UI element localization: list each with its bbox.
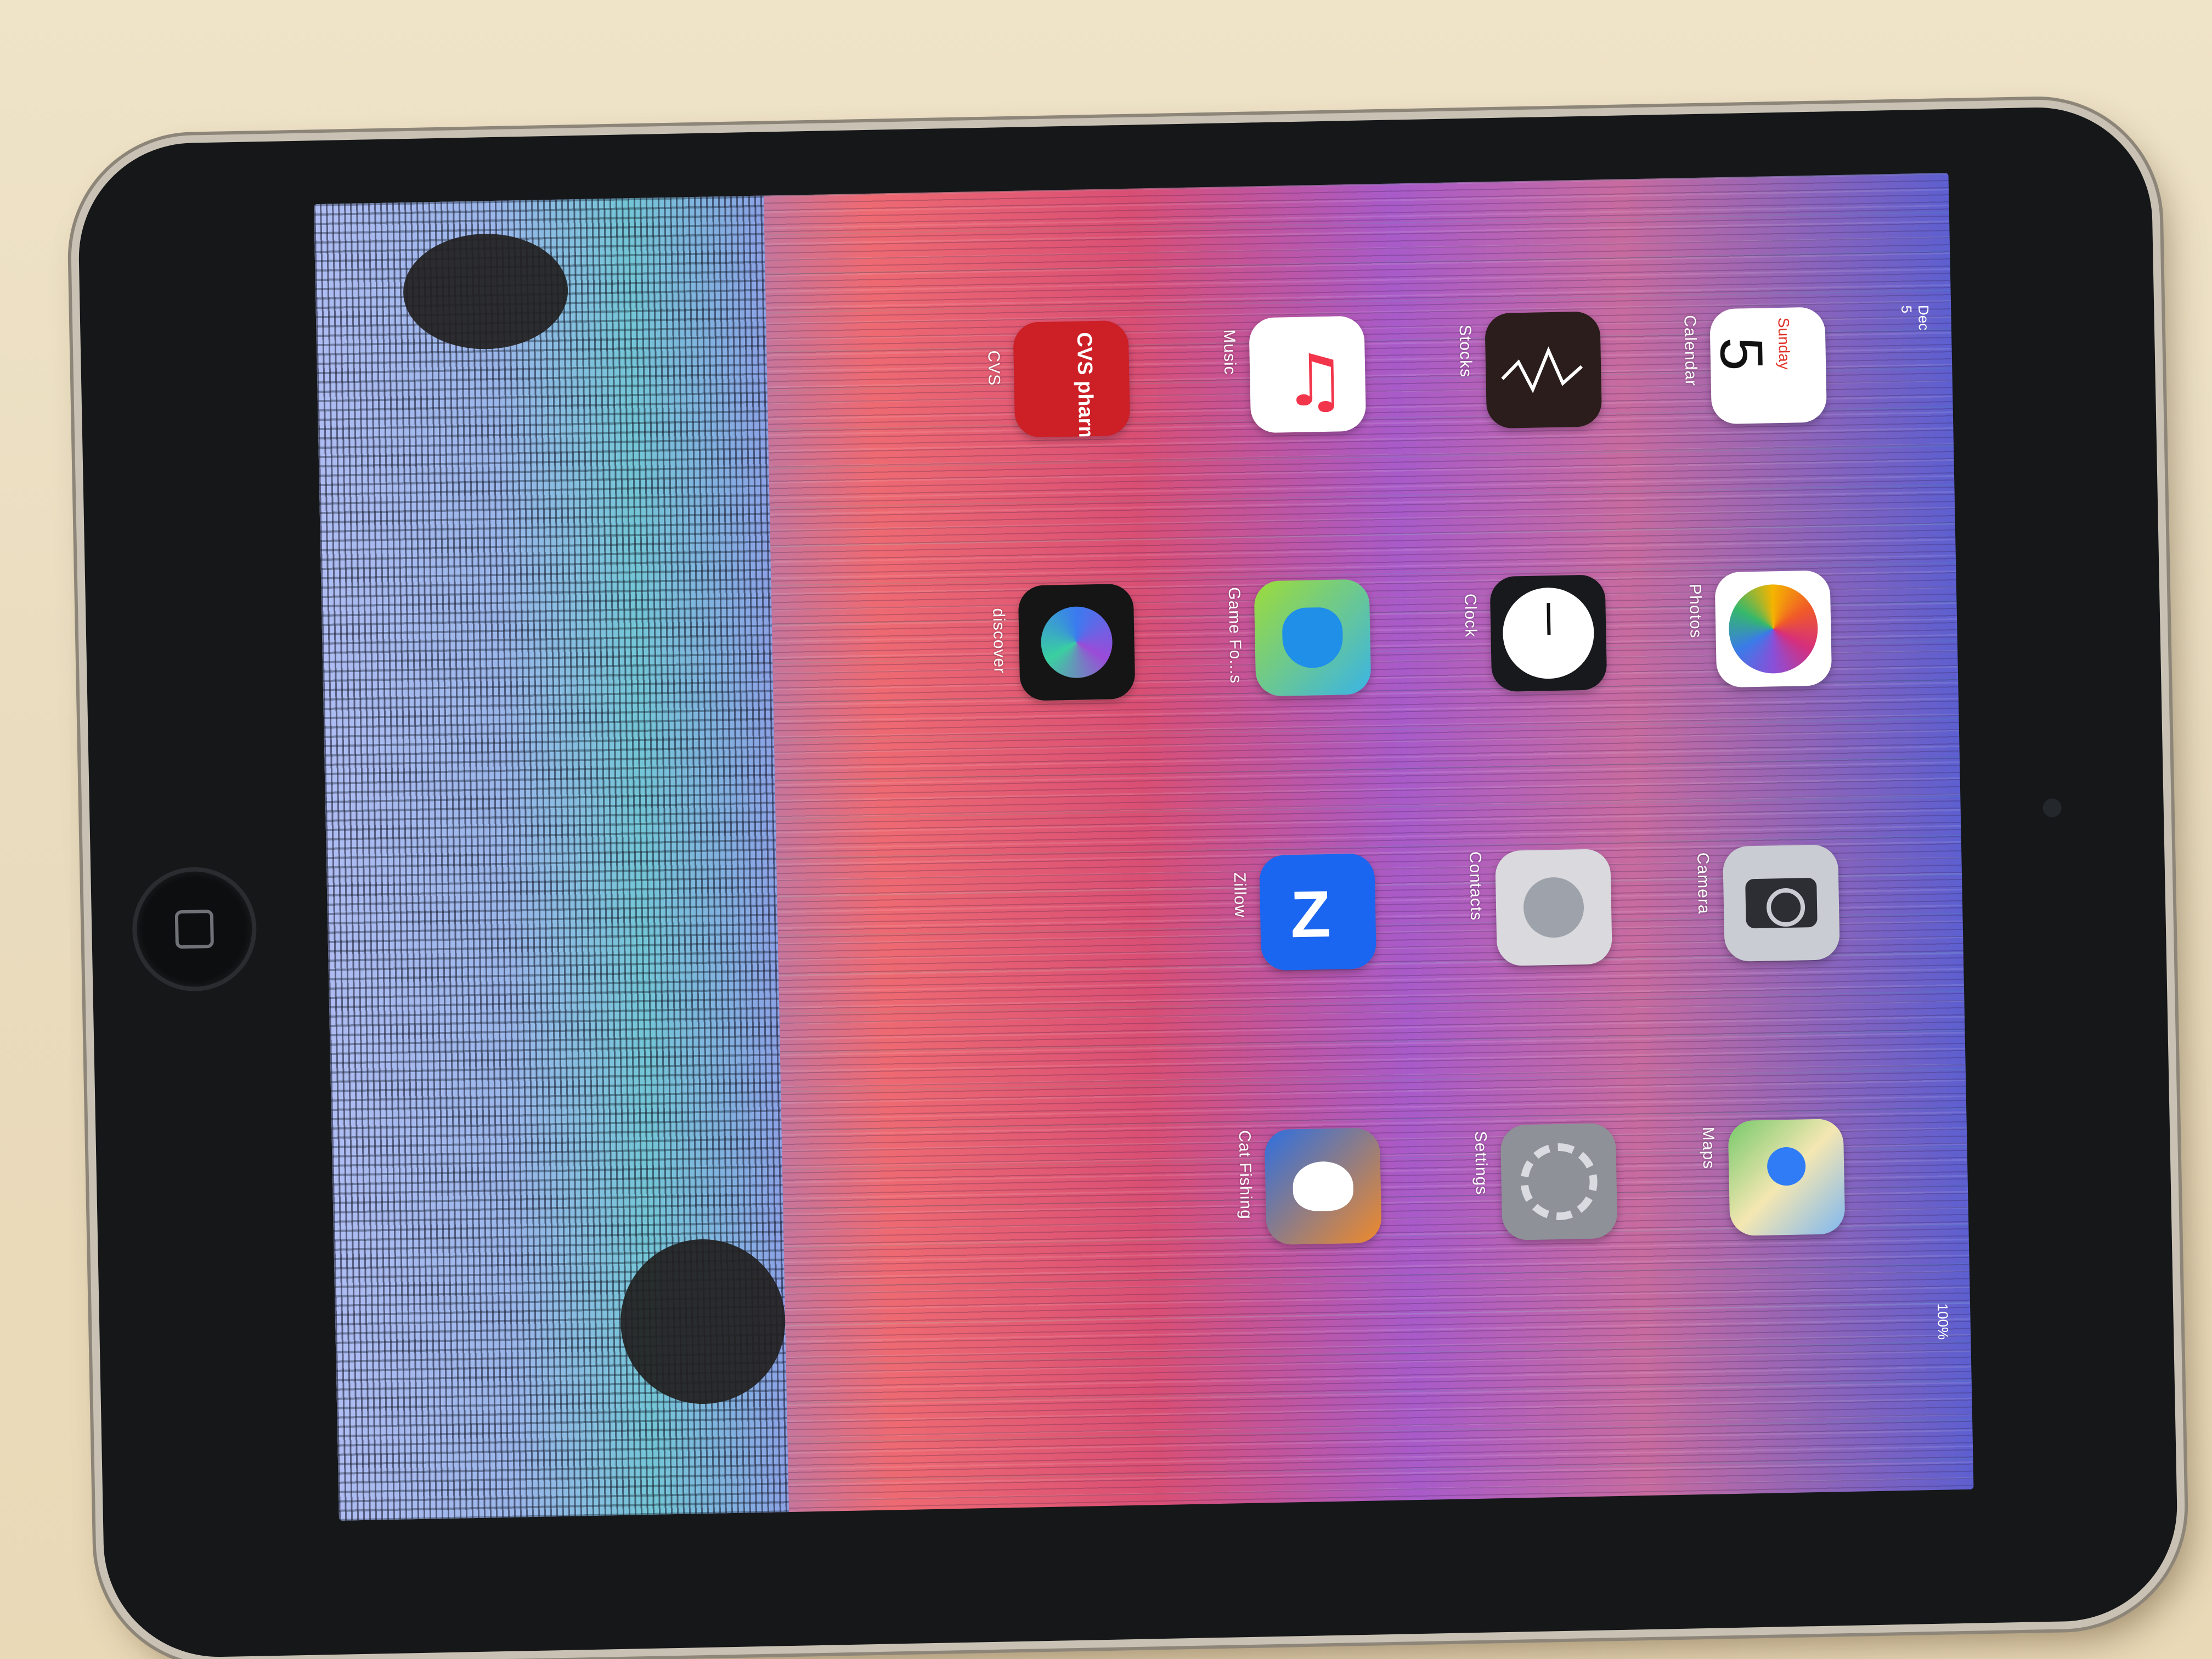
app-calendar[interactable]: Sunday 5	[1709, 307, 1827, 425]
status-date: Dec 5	[1898, 304, 1932, 331]
label-cvs: CVS	[984, 350, 1003, 386]
calendar-weekday: Sunday	[1775, 317, 1793, 370]
status-battery: 100%	[1934, 1303, 1952, 1340]
app-contacts[interactable]	[1495, 849, 1613, 967]
app-zillow[interactable]: Z	[1259, 853, 1377, 971]
home-button[interactable]	[131, 866, 258, 992]
app-cat-fishing[interactable]	[1264, 1127, 1382, 1245]
label-discovery: discover	[989, 608, 1009, 674]
app-stocks[interactable]	[1485, 311, 1602, 429]
settings-icon	[1520, 1142, 1598, 1221]
maps-icon	[1767, 1147, 1806, 1186]
label-game: Game Fo...s	[1224, 586, 1245, 684]
label-maps: Maps	[1699, 1126, 1718, 1170]
label-clock: Clock	[1461, 593, 1480, 638]
app-settings[interactable]	[1500, 1123, 1618, 1241]
label-zillow: Zillow	[1230, 872, 1250, 918]
app-cvs[interactable]: CVS pharmacy	[1013, 320, 1131, 438]
stocks-icon	[1501, 346, 1583, 393]
label-cat-fishing: Cat Fishing	[1235, 1130, 1255, 1220]
discovery-icon	[1040, 606, 1113, 679]
app-discovery[interactable]	[1018, 583, 1136, 701]
front-camera	[2042, 798, 2062, 817]
label-stocks: Stocks	[1455, 324, 1475, 378]
ipad-device: Dec 5 100% Sunday 5 Calendar Photos Came…	[76, 105, 2180, 1659]
label-calendar: Calendar	[1680, 314, 1700, 387]
label-photos: Photos	[1685, 583, 1705, 639]
zillow-icon: Z	[1289, 877, 1331, 952]
cvs-pharmacy-icon: CVS pharmacy	[1072, 331, 1098, 438]
clock-hand	[1547, 603, 1551, 635]
calendar-day: 5	[1709, 336, 1776, 371]
cat-fishing-icon	[1292, 1161, 1354, 1212]
contacts-icon	[1522, 877, 1585, 939]
label-music: Music	[1220, 329, 1239, 375]
cracked-screen: Dec 5 100% Sunday 5 Calendar Photos Came…	[314, 173, 1974, 1521]
app-maps[interactable]	[1728, 1119, 1846, 1237]
app-clock[interactable]	[1489, 574, 1607, 692]
app-photos[interactable]	[1714, 570, 1832, 688]
app-game[interactable]	[1254, 579, 1372, 697]
app-music[interactable]: ♫	[1249, 315, 1367, 433]
game-icon	[1282, 607, 1344, 669]
label-camera: Camera	[1694, 852, 1713, 915]
photos-icon	[1728, 583, 1819, 674]
label-contacts: Contacts	[1466, 851, 1486, 921]
music-icon: ♫	[1282, 338, 1348, 423]
label-settings: Settings	[1471, 1131, 1491, 1195]
app-camera[interactable]	[1722, 844, 1840, 962]
